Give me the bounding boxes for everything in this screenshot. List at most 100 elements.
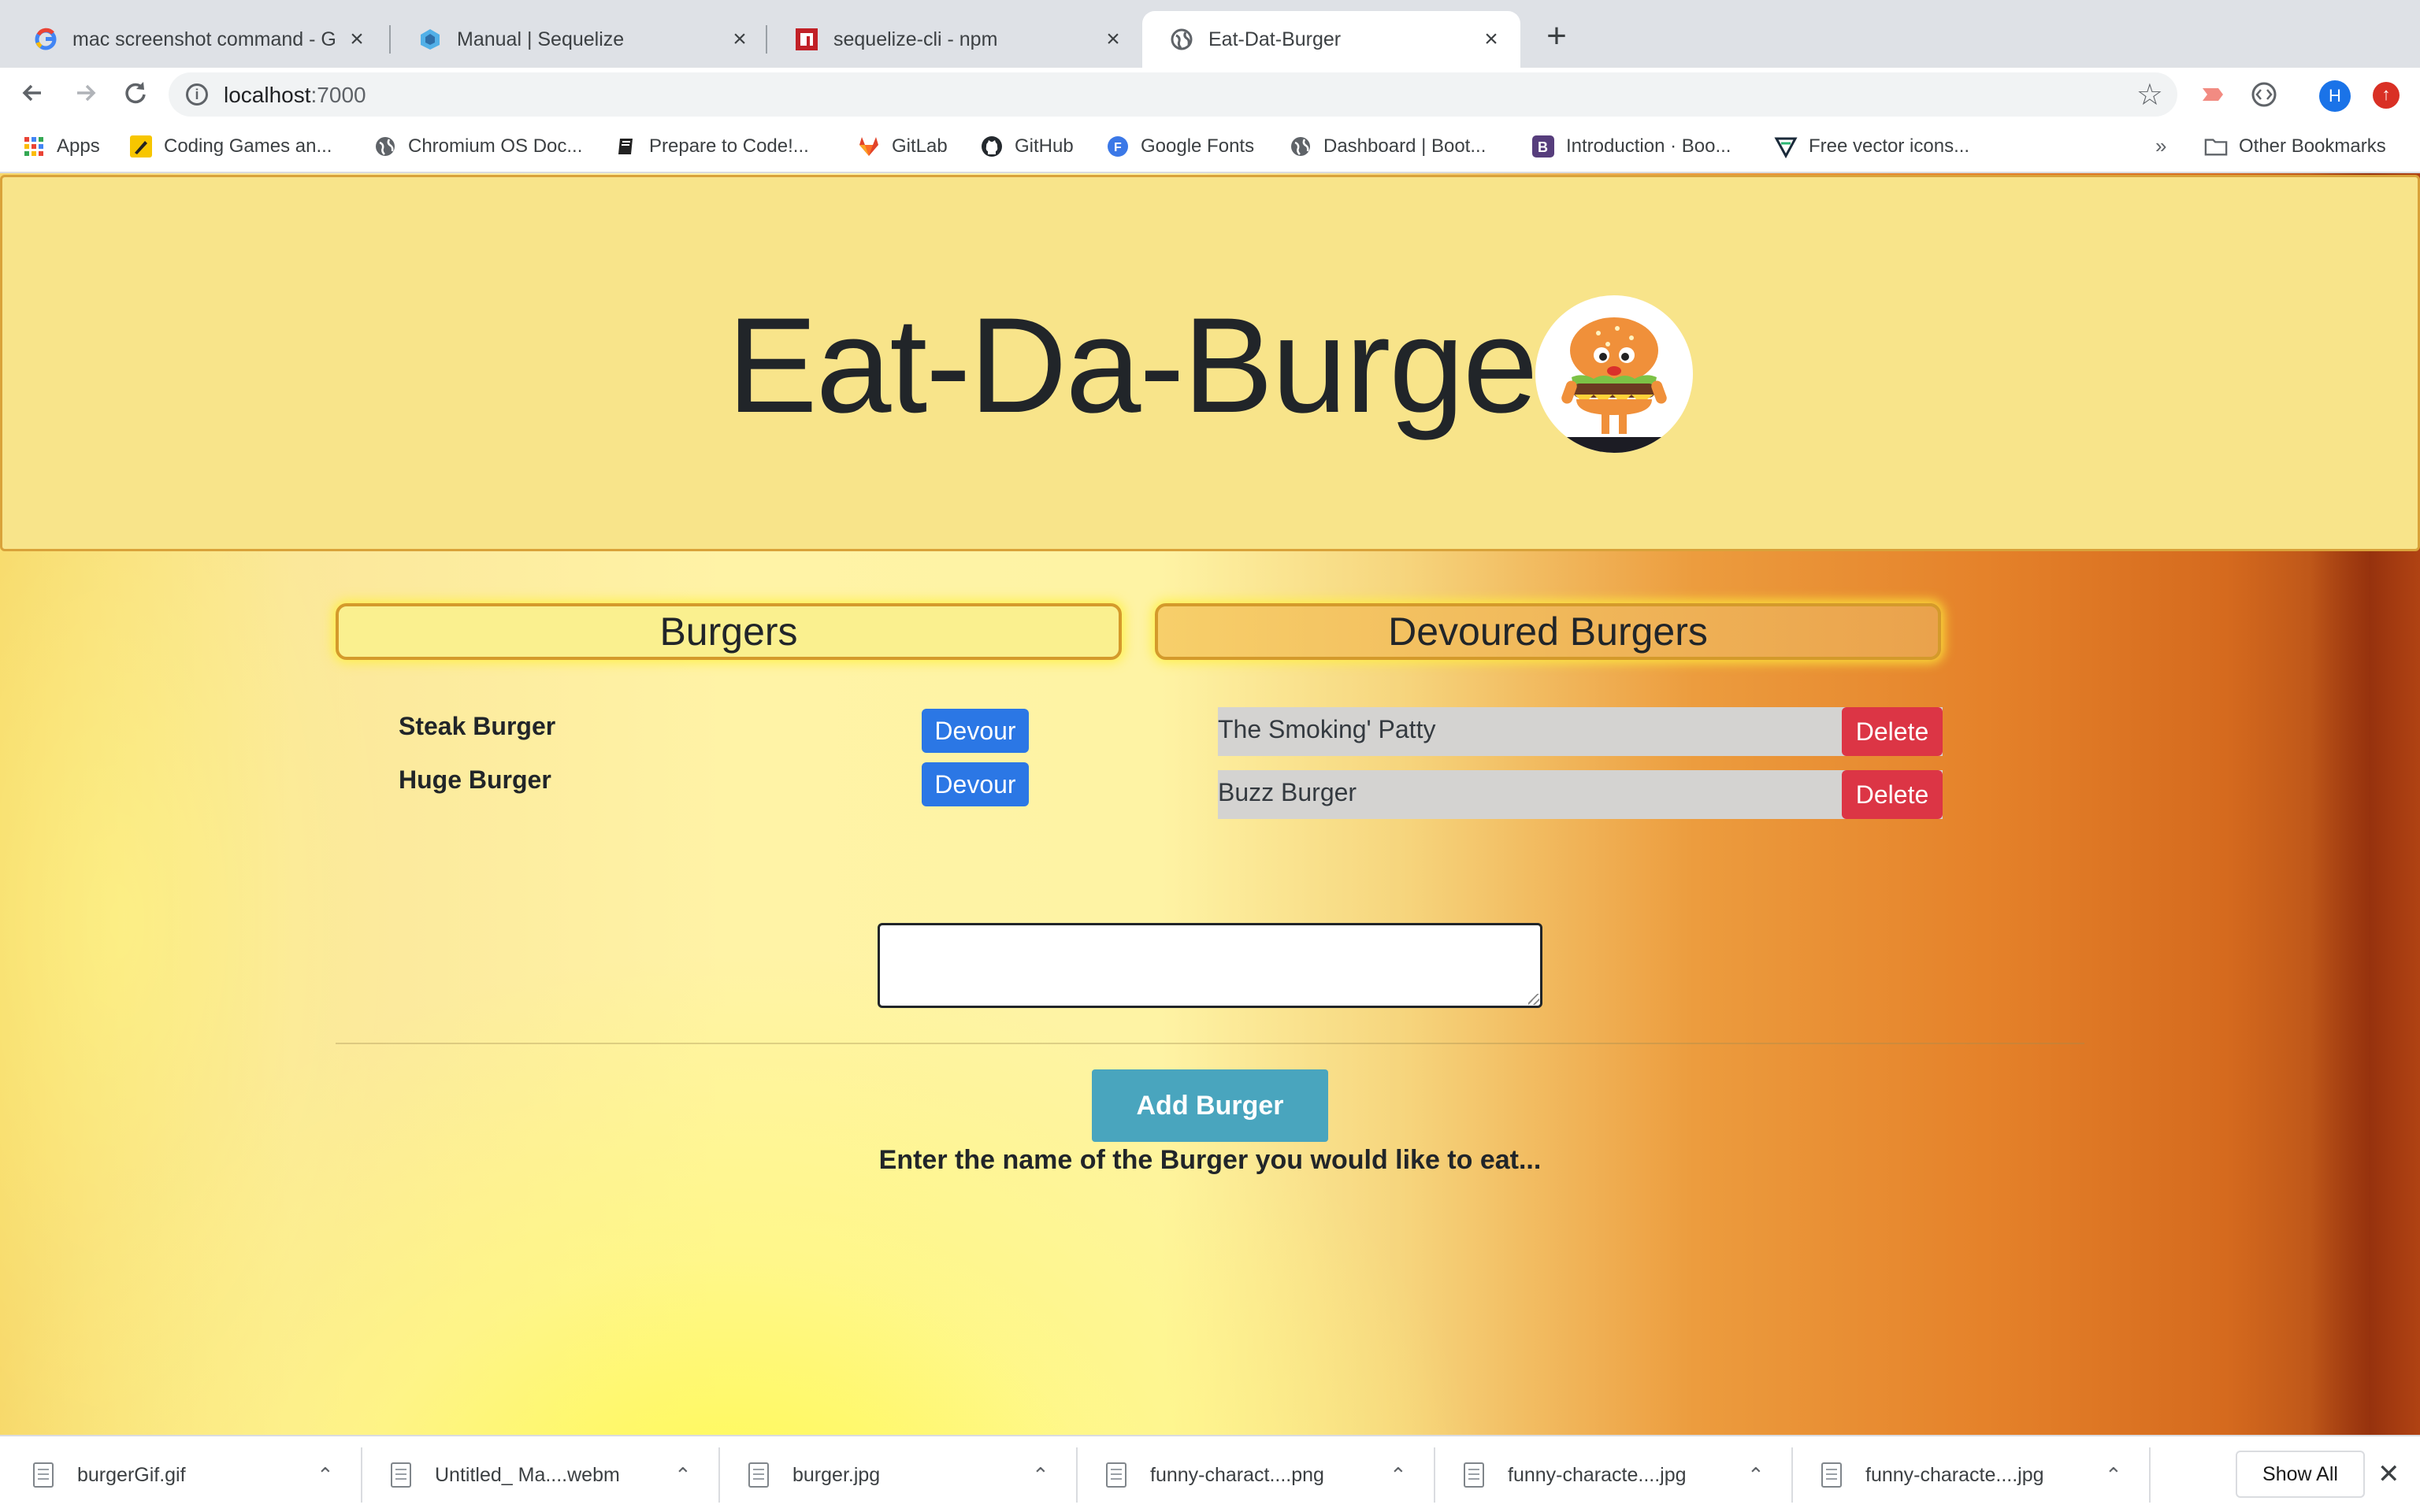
close-icon[interactable]: × <box>728 28 752 51</box>
bookmark-apps[interactable]: Apps <box>22 132 100 161</box>
chevron-up-icon[interactable]: ⌃ <box>1747 1463 1765 1488</box>
bookmark-introduction-bootstrap[interactable]: B Introduction · Boo... <box>1531 132 1731 161</box>
download-filename: Untitled_ Ma....webm <box>435 1463 620 1486</box>
download-item[interactable]: burger.jpg ⌃ <box>748 1436 1063 1512</box>
chevron-up-icon[interactable]: ⌃ <box>674 1463 692 1488</box>
bookmark-google-fonts[interactable]: F Google Fonts <box>1106 132 1254 161</box>
page-title: Eat-Da-Burger <box>727 290 1582 441</box>
tab-strip: mac screenshot command - Go × Manual | S… <box>0 0 2420 68</box>
download-divider <box>2149 1447 2151 1503</box>
show-all-downloads-button[interactable]: Show All <box>2236 1451 2365 1498</box>
sequelize-icon <box>418 27 443 52</box>
devoured-burgers-heading: Devoured Burgers <box>1155 603 1941 660</box>
address-bar[interactable]: i localhost:7000 ☆ <box>169 72 2177 117</box>
download-filename: burger.jpg <box>792 1463 881 1486</box>
extension-code-icon[interactable] <box>2250 80 2278 109</box>
extension-cast-icon[interactable] <box>2198 80 2226 109</box>
download-filename: funny-characte....jpg <box>1865 1463 2044 1486</box>
burger-name: Steak Burger <box>399 712 556 740</box>
gitlab-icon <box>857 135 881 158</box>
chevron-up-icon[interactable]: ⌃ <box>1032 1463 1049 1488</box>
bookmark-star-icon[interactable]: ☆ <box>2136 77 2163 113</box>
bookmarks-overflow-chevron-icon[interactable]: » <box>2155 134 2166 158</box>
burger-name-textarea[interactable] <box>878 923 1542 1008</box>
tab-sequelize-manual[interactable]: Manual | Sequelize × <box>391 11 769 68</box>
download-divider <box>1434 1447 1435 1503</box>
form-divider <box>336 1043 2084 1044</box>
file-icon <box>391 1462 411 1488</box>
bookmark-label: Dashboard | Boot... <box>1323 135 1487 157</box>
download-item[interactable]: funny-characte....jpg ⌃ <box>1821 1436 2136 1512</box>
vector-icon <box>1774 135 1798 158</box>
bootstrap-icon: B <box>1531 135 1555 158</box>
close-icon[interactable]: × <box>1101 28 1125 51</box>
bookmark-github[interactable]: GitHub <box>980 132 1074 161</box>
bookmark-gitlab[interactable]: GitLab <box>857 132 948 161</box>
chevron-up-icon[interactable]: ⌃ <box>2105 1463 2122 1488</box>
tab-title: Manual | Sequelize <box>457 28 625 50</box>
globe-icon <box>373 135 397 158</box>
close-icon[interactable]: ✕ <box>2377 1458 2400 1490</box>
download-divider <box>718 1447 720 1503</box>
google-fonts-icon: F <box>1106 135 1130 158</box>
file-icon <box>748 1462 769 1488</box>
file-icon <box>1821 1462 1842 1488</box>
burgers-heading: Burgers <box>336 603 1122 660</box>
devoured-burger-name: The Smoking' Patty <box>1218 715 1436 743</box>
tab-eat-dat-burger[interactable]: Eat-Dat-Burger × <box>1142 11 1520 68</box>
bookmark-label: Apps <box>57 135 100 157</box>
reload-icon[interactable] <box>118 77 153 112</box>
svg-text:B: B <box>1538 139 1548 155</box>
close-icon[interactable]: × <box>1479 28 1503 51</box>
bookmark-label: Introduction · Boo... <box>1566 135 1731 157</box>
bookmark-coding-games[interactable]: Coding Games an... <box>129 132 332 161</box>
download-filename: burgerGif.gif <box>77 1463 186 1486</box>
url-text[interactable]: localhost:7000 <box>224 83 366 108</box>
download-item[interactable]: Untitled_ Ma....webm ⌃ <box>391 1436 706 1512</box>
file-icon <box>1464 1462 1484 1488</box>
burger-mascot-icon <box>1535 295 1693 453</box>
bookmark-label: Free vector icons... <box>1809 135 1970 157</box>
delete-button[interactable]: Delete <box>1842 770 1943 819</box>
tab-title: sequelize-cli - npm <box>833 28 998 50</box>
bookmark-free-vector-icons[interactable]: Free vector icons... <box>1774 132 1969 161</box>
bookmark-dashboard-bootstrap[interactable]: Dashboard | Boot... <box>1289 132 1486 161</box>
forward-arrow-icon[interactable] <box>68 77 102 112</box>
bookmarks-bar: Apps Coding Games an... Chromium OS Doc.… <box>0 121 2420 173</box>
download-item[interactable]: burgerGif.gif ⌃ <box>33 1436 348 1512</box>
download-item[interactable]: funny-characte....jpg ⌃ <box>1464 1436 1779 1512</box>
file-icon <box>33 1462 54 1488</box>
coding-games-icon <box>129 135 153 158</box>
delete-button[interactable]: Delete <box>1842 707 1943 756</box>
site-info-icon[interactable]: i <box>186 83 208 106</box>
update-arrow-icon[interactable]: ↑ <box>2373 82 2400 109</box>
chevron-up-icon[interactable]: ⌃ <box>317 1463 334 1488</box>
npm-icon <box>794 27 819 52</box>
folder-icon <box>2204 135 2228 158</box>
apps-grid-icon <box>22 135 46 158</box>
back-arrow-icon[interactable] <box>16 77 50 112</box>
tab-google-search[interactable]: mac screenshot command - Go × <box>6 11 386 68</box>
profile-avatar[interactable]: H <box>2319 80 2351 112</box>
add-burger-button[interactable]: Add Burger <box>1092 1069 1328 1142</box>
github-icon <box>980 135 1004 158</box>
browser-toolbar: i localhost:7000 ☆ <box>0 68 2420 121</box>
devour-button[interactable]: Devour <box>922 762 1029 806</box>
bookmark-label: Google Fonts <box>1141 135 1255 157</box>
close-icon[interactable]: × <box>345 28 369 51</box>
download-divider <box>361 1447 362 1503</box>
chevron-up-icon[interactable]: ⌃ <box>1390 1463 1407 1488</box>
bookmark-chromium-os[interactable]: Chromium OS Doc... <box>373 132 582 161</box>
tab-sequelize-cli-npm[interactable]: sequelize-cli - npm × <box>767 11 1142 68</box>
bookmark-label: Coding Games an... <box>164 135 332 157</box>
svg-text:F: F <box>1114 141 1122 154</box>
file-icon <box>1106 1462 1126 1488</box>
bookmark-other-bookmarks[interactable]: Other Bookmarks <box>2204 132 2386 161</box>
devour-button[interactable]: Devour <box>922 709 1029 753</box>
new-tab-plus-icon[interactable]: + <box>1539 19 1574 55</box>
bookmark-label: Prepare to Code!... <box>649 135 809 157</box>
bookmark-prepare-to-code[interactable]: Prepare to Code!... <box>614 132 809 161</box>
download-item[interactable]: funny-charact....png ⌃ <box>1106 1436 1421 1512</box>
url-host: localhost <box>224 83 311 107</box>
web-page: Eat-Da-Burger Burgers Devoured Burgers S… <box>0 173 2420 1435</box>
